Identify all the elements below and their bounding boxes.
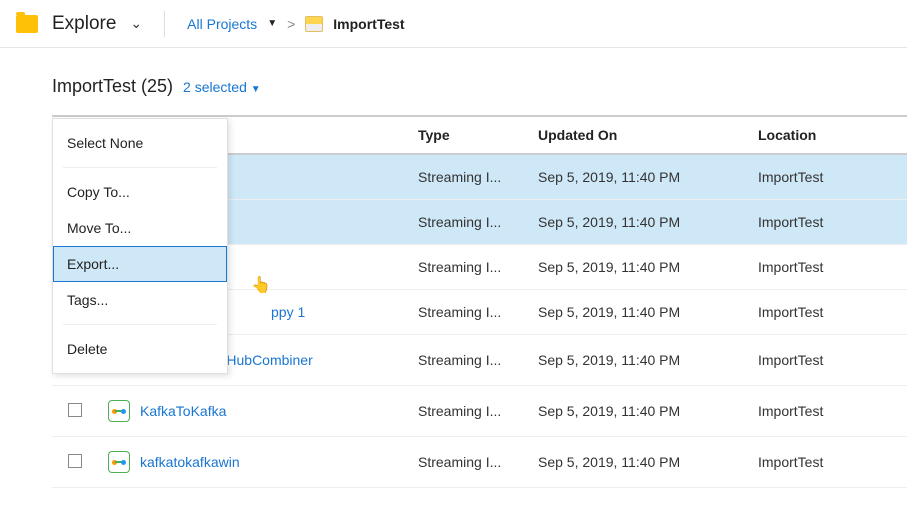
menu-tags[interactable]: Tags...	[53, 282, 227, 318]
cell-type: Streaming I...	[406, 437, 526, 488]
chevron-down-icon[interactable]: ⌄	[130, 15, 142, 32]
pipeline-icon	[108, 451, 130, 473]
col-type[interactable]: Type	[406, 117, 526, 154]
breadcrumb-separator: >	[287, 16, 295, 32]
breadcrumb-current: ImportTest	[333, 16, 404, 32]
selected-count-dropdown[interactable]: 2 selected ▼	[183, 79, 261, 95]
folder-icon	[16, 15, 38, 33]
cell-location: ImportTest	[746, 437, 907, 488]
page-title: ImportTest (25)	[52, 76, 173, 97]
cell-type: Streaming I...	[406, 200, 526, 245]
row-checkbox[interactable]	[68, 454, 82, 468]
cell-updated: Sep 5, 2019, 11:40 PM	[526, 437, 746, 488]
menu-copy-to[interactable]: Copy To...	[53, 174, 227, 210]
cell-location: ImportTest	[746, 386, 907, 437]
pipeline-icon	[108, 400, 130, 422]
table-container: Select None Copy To... Move To... Export…	[52, 115, 907, 488]
cell-updated: Sep 5, 2019, 11:40 PM	[526, 154, 746, 200]
table-row[interactable]: KafkaToKafka Streaming I... Sep 5, 2019,…	[52, 386, 907, 437]
row-checkbox[interactable]	[68, 403, 82, 417]
item-name-link[interactable]: kafkatokafkawin	[140, 454, 240, 470]
cell-updated: Sep 5, 2019, 11:40 PM	[526, 200, 746, 245]
menu-separator	[63, 324, 217, 325]
cell-type: Streaming I...	[406, 335, 526, 386]
breadcrumb-root[interactable]: All Projects	[187, 16, 257, 32]
caret-down-icon: ▼	[251, 84, 261, 95]
explore-dropdown[interactable]: Explore	[52, 13, 116, 35]
topbar: Explore ⌄ All Projects ▼ > ImportTest	[0, 0, 907, 48]
item-name-link[interactable]: KafkaToKafka	[140, 403, 226, 419]
cell-type: Streaming I...	[406, 290, 526, 335]
breadcrumb: All Projects ▼ > ImportTest	[187, 16, 404, 32]
cell-location: ImportTest	[746, 200, 907, 245]
heading-row: ImportTest (25) 2 selected ▼	[52, 76, 907, 97]
cell-type: Streaming I...	[406, 386, 526, 437]
selected-count-label: 2 selected	[183, 79, 247, 95]
cell-location: ImportTest	[746, 290, 907, 335]
table-row[interactable]: kafkatokafkawin Streaming I... Sep 5, 20…	[52, 437, 907, 488]
menu-delete[interactable]: Delete	[53, 331, 227, 367]
cell-updated: Sep 5, 2019, 11:40 PM	[526, 335, 746, 386]
menu-export[interactable]: Export...	[53, 246, 227, 282]
cell-location: ImportTest	[746, 154, 907, 200]
cell-updated: Sep 5, 2019, 11:40 PM	[526, 386, 746, 437]
content-area: ImportTest (25) 2 selected ▼ Select None…	[0, 48, 907, 488]
cell-location: ImportTest	[746, 245, 907, 290]
caret-down-icon[interactable]: ▼	[267, 18, 277, 29]
cell-updated: Sep 5, 2019, 11:40 PM	[526, 245, 746, 290]
menu-separator	[63, 167, 217, 168]
cell-type: Streaming I...	[406, 154, 526, 200]
cell-updated: Sep 5, 2019, 11:40 PM	[526, 290, 746, 335]
project-icon	[305, 16, 323, 32]
item-name-link[interactable]: ppy 1	[271, 304, 305, 320]
col-updated[interactable]: Updated On	[526, 117, 746, 154]
col-location[interactable]: Location	[746, 117, 907, 154]
cell-location: ImportTest	[746, 335, 907, 386]
context-menu: Select None Copy To... Move To... Export…	[52, 118, 228, 374]
menu-move-to[interactable]: Move To...	[53, 210, 227, 246]
menu-select-none[interactable]: Select None	[53, 125, 227, 161]
separator	[164, 11, 165, 37]
cell-type: Streaming I...	[406, 245, 526, 290]
